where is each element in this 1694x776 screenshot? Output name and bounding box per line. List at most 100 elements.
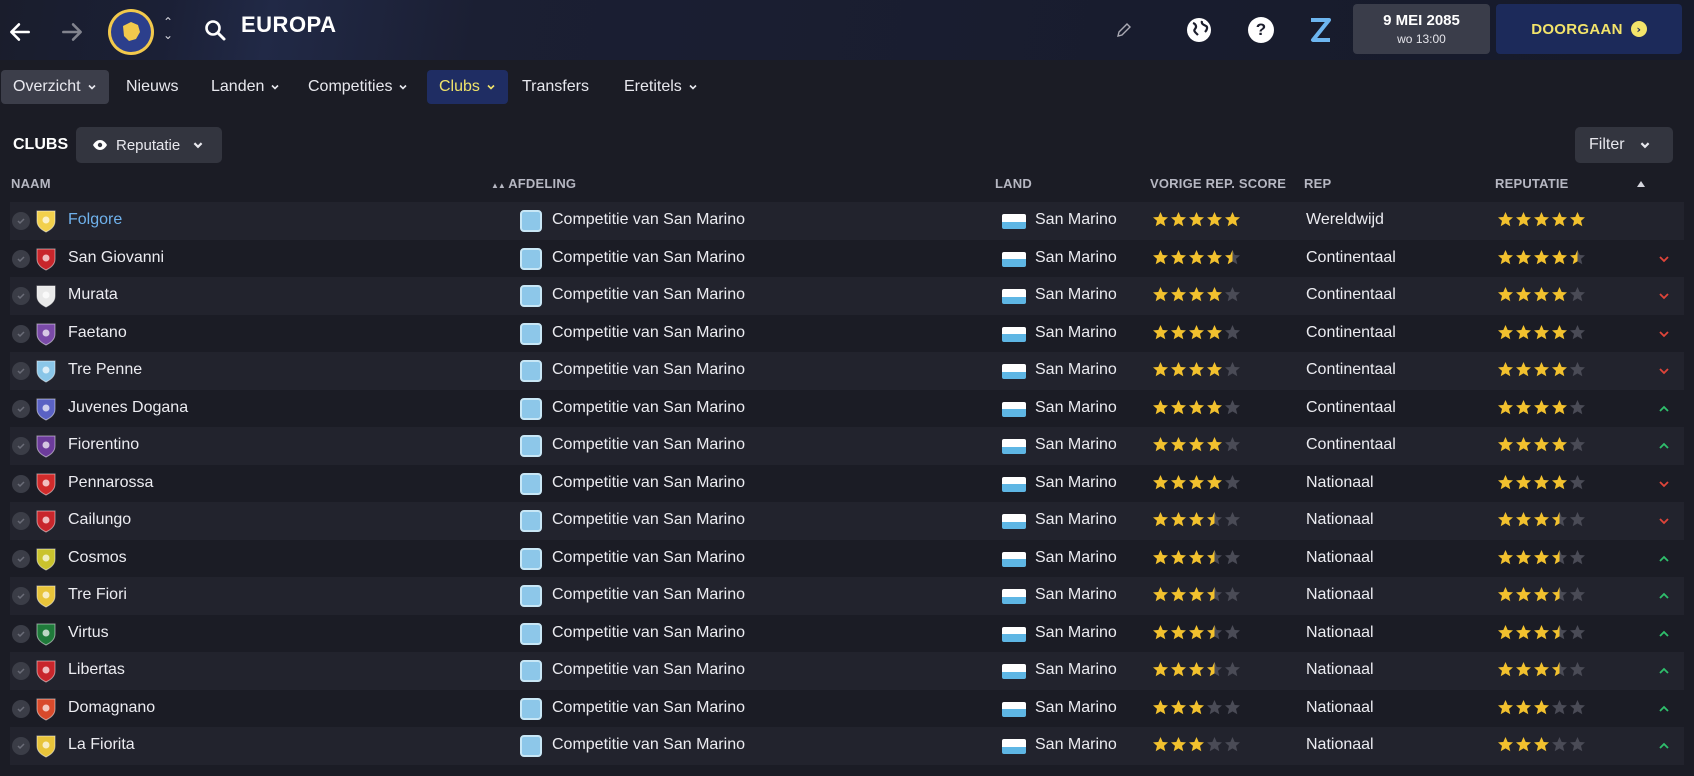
tab-countries[interactable]: Landen [199, 70, 292, 104]
club-country[interactable]: San Marino [1035, 586, 1117, 604]
club-country[interactable]: San Marino [1035, 511, 1117, 529]
club-name[interactable]: San Giovanni [68, 249, 164, 267]
table-row[interactable]: Juvenes Dogana Competitie van San Marino… [10, 389, 1684, 427]
club-division[interactable]: Competitie van San Marino [552, 474, 745, 492]
club-division[interactable]: Competitie van San Marino [552, 211, 745, 229]
club-country[interactable]: San Marino [1035, 249, 1117, 267]
table-row[interactable]: Faetano Competitie van San Marino San Ma… [10, 314, 1684, 352]
club-division[interactable]: Competitie van San Marino [552, 624, 745, 642]
table-row[interactable]: Cailungo Competitie van San Marino San M… [10, 502, 1684, 540]
club-name[interactable]: Juvenes Dogana [68, 399, 188, 417]
club-division[interactable]: Competitie van San Marino [552, 361, 745, 379]
club-name[interactable]: Faetano [68, 324, 127, 342]
row-select-checkbox[interactable] [12, 624, 30, 643]
club-country[interactable]: San Marino [1035, 661, 1117, 679]
help-icon[interactable]: ? [1248, 17, 1274, 43]
table-row[interactable]: Pennarossa Competitie van San Marino San… [10, 464, 1684, 502]
header-rep[interactable]: REP [1304, 176, 1331, 191]
table-row[interactable]: San Giovanni Competitie van San Marino S… [10, 239, 1684, 277]
sort-icon[interactable] [1636, 180, 1646, 188]
club-division[interactable]: Competitie van San Marino [552, 549, 745, 567]
club-name[interactable]: Folgore [68, 211, 122, 229]
row-select-checkbox[interactable] [12, 549, 30, 568]
club-country[interactable]: San Marino [1035, 286, 1117, 304]
row-select-checkbox[interactable] [12, 512, 30, 530]
club-name[interactable]: Cailungo [68, 511, 131, 529]
club-country[interactable]: San Marino [1035, 361, 1117, 379]
club-name[interactable]: Fiorentino [68, 436, 139, 454]
row-select-checkbox[interactable] [12, 212, 30, 230]
club-country[interactable]: San Marino [1035, 699, 1117, 717]
table-row[interactable]: La Fiorita Competitie van San Marino San… [10, 727, 1684, 765]
club-country[interactable]: San Marino [1035, 549, 1117, 567]
club-country[interactable]: San Marino [1035, 436, 1117, 454]
row-select-checkbox[interactable] [12, 249, 30, 268]
back-arrow-icon[interactable] [0, 12, 40, 52]
row-select-checkbox[interactable] [12, 587, 30, 605]
club-division[interactable]: Competitie van San Marino [552, 511, 745, 529]
club-name[interactable]: Cosmos [68, 549, 127, 567]
europe-logo-icon[interactable] [108, 9, 154, 55]
club-division[interactable]: Competitie van San Marino [552, 436, 745, 454]
club-name[interactable]: Virtus [68, 624, 109, 642]
club-division[interactable]: Competitie van San Marino [552, 736, 745, 754]
header-reputation[interactable]: REPUTATIE [1495, 176, 1569, 191]
club-name[interactable]: Tre Fiori [68, 586, 127, 604]
club-country[interactable]: San Marino [1035, 211, 1117, 229]
club-division[interactable]: Competitie van San Marino [552, 586, 745, 604]
tab-news[interactable]: Nieuws [114, 70, 190, 104]
club-division[interactable]: Competitie van San Marino [552, 661, 745, 679]
club-division[interactable]: Competitie van San Marino [552, 286, 745, 304]
club-name[interactable]: Murata [68, 286, 118, 304]
table-row[interactable]: Folgore Competitie van San Marino San Ma… [10, 202, 1684, 240]
club-name[interactable]: La Fiorita [68, 736, 135, 754]
club-country[interactable]: San Marino [1035, 324, 1117, 342]
club-division[interactable]: Competitie van San Marino [552, 699, 745, 717]
row-select-checkbox[interactable] [12, 399, 30, 418]
row-select-checkbox[interactable] [12, 662, 30, 680]
club-division[interactable]: Competitie van San Marino [552, 249, 745, 267]
row-select-checkbox[interactable] [12, 737, 30, 755]
z-icon[interactable] [1306, 15, 1334, 45]
tab-competitions[interactable]: Competities [296, 70, 420, 104]
row-select-checkbox[interactable] [12, 474, 30, 493]
search-icon[interactable] [203, 18, 227, 42]
header-country[interactable]: LAND [995, 176, 1032, 191]
switcher-icon[interactable]: ⌃ ⌄ [160, 16, 176, 44]
table-row[interactable]: Cosmos Competitie van San Marino San Mar… [10, 539, 1684, 577]
tab-honours[interactable]: Eretitels [612, 70, 710, 104]
pencil-icon[interactable] [1116, 22, 1132, 38]
row-select-checkbox[interactable] [12, 324, 30, 343]
continue-button[interactable]: DOORGAAN › [1496, 4, 1682, 54]
filter-button[interactable]: Filter [1575, 127, 1673, 163]
view-dropdown[interactable]: Reputatie [76, 127, 222, 163]
club-country[interactable]: San Marino [1035, 736, 1117, 754]
header-prev-rep[interactable]: VORIGE REP. SCORE [1150, 176, 1286, 191]
forward-arrow-icon[interactable] [52, 12, 92, 52]
club-division[interactable]: Competitie van San Marino [552, 399, 745, 417]
header-name[interactable]: NAAM [11, 176, 51, 191]
club-name[interactable]: Libertas [68, 661, 125, 679]
club-country[interactable]: San Marino [1035, 399, 1117, 417]
table-row[interactable]: Libertas Competitie van San Marino San M… [10, 652, 1684, 690]
tab-clubs[interactable]: Clubs [427, 70, 508, 104]
tab-transfers[interactable]: Transfers [510, 70, 601, 104]
table-row[interactable]: Tre Penne Competitie van San Marino San … [10, 352, 1684, 390]
club-name[interactable]: Tre Penne [68, 361, 142, 379]
table-row[interactable]: Fiorentino Competitie van San Marino San… [10, 427, 1684, 465]
club-country[interactable]: San Marino [1035, 474, 1117, 492]
club-name[interactable]: Pennarossa [68, 474, 153, 492]
table-row[interactable]: Murata Competitie van San Marino San Mar… [10, 277, 1684, 315]
header-division-sort[interactable]: ▲▲ AFDELING [491, 176, 576, 191]
club-name[interactable]: Domagnano [68, 699, 155, 717]
club-division[interactable]: Competitie van San Marino [552, 324, 745, 342]
row-select-checkbox[interactable] [12, 362, 30, 380]
table-row[interactable]: Virtus Competitie van San Marino San Mar… [10, 614, 1684, 652]
globe-icon[interactable] [1186, 17, 1212, 43]
table-row[interactable]: Tre Fiori Competitie van San Marino San … [10, 577, 1684, 615]
date-display[interactable]: 9 MEI 2085 wo 13:00 [1353, 4, 1490, 54]
row-select-checkbox[interactable] [12, 699, 30, 718]
club-country[interactable]: San Marino [1035, 624, 1117, 642]
row-select-checkbox[interactable] [12, 287, 30, 305]
table-row[interactable]: Domagnano Competitie van San Marino San … [10, 689, 1684, 727]
